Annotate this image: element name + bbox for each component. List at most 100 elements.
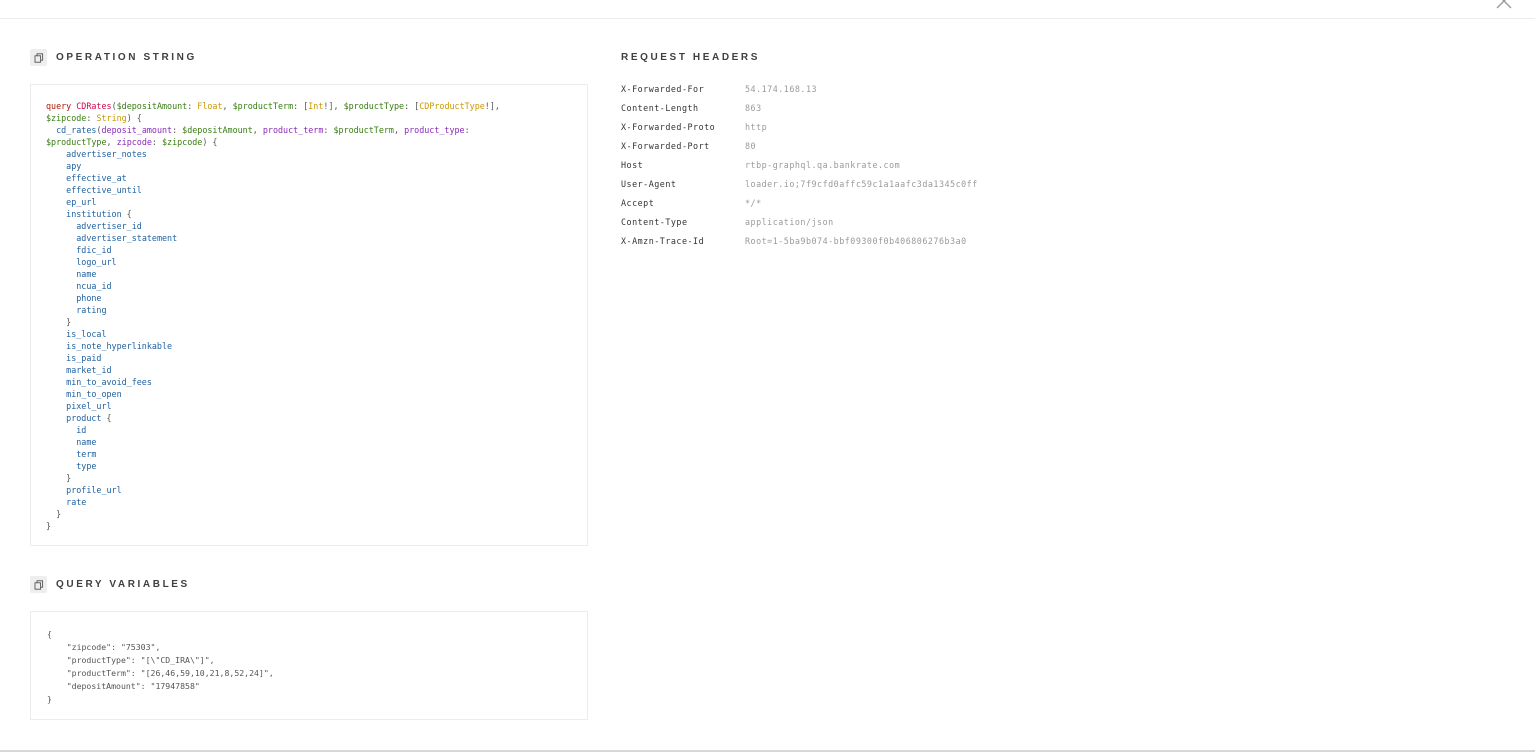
operation-string-editor[interactable]: query CDRates($depositAmount: Float, $pr… [30,84,588,546]
code-token: query [46,101,77,111]
operation-string-title: OPERATION STRING [56,52,197,63]
code-token: logo_url [76,257,117,267]
code-token: id [76,425,87,435]
code-token: ) { [202,137,218,147]
code-token: , [106,137,117,147]
code-token: : [323,125,334,135]
code-line: $zipcode: String) { [46,113,142,123]
code-line: id [46,425,86,435]
code-line: effective_at [46,173,127,183]
code-token: name [76,269,97,279]
code-line: min_to_avoid_fees [46,377,152,387]
copy-icon [34,579,43,590]
code-token: , [252,125,263,135]
code-token: : [151,137,162,147]
query-variables-editor[interactable]: { "zipcode": "75303", "productType": "[\… [30,611,588,720]
code-token: { [121,209,132,219]
variables-line: "productTerm": "[26,46,59,10,21,8,52,24]… [47,668,274,678]
header-value: Root=1-5ba9b074-bbf09300f0b406806276b3a0 [745,235,967,246]
code-line: advertiser_id [46,221,142,231]
code-token: ep_url [66,197,97,207]
code-line: } [46,473,71,483]
code-token: $zipcode [162,137,203,147]
code-line: ncua_id [46,281,111,291]
code-line: type [46,461,96,471]
code-line: pixel_url [46,401,112,411]
code-line: fdic_id [46,245,111,255]
header-key: Content-Type [621,216,688,227]
code-line: cd_rates(deposit_amount: $depositAmount,… [46,125,470,135]
header-value: 54.174.168.13 [745,83,818,94]
variables-code: { "zipcode": "75303", "productType": "[\… [47,628,587,706]
code-token: $productType [46,137,107,147]
code-line: $productType, zipcode: $zipcode) { [46,137,217,147]
code-token: } [46,509,62,519]
code-token: Int [308,101,324,111]
code-line: apy [46,161,81,171]
code-token: String [96,113,127,123]
code-token: } [46,317,72,327]
code-line: rate [46,497,86,507]
code-token: market_id [66,365,112,375]
code-token: effective_until [66,185,142,195]
code-line: phone [46,293,101,303]
code-line: logo_url [46,257,117,267]
variables-line: } [47,694,52,704]
code-token: deposit_amount [101,125,173,135]
header-key: Content-Length [621,102,699,113]
header-value: loader.io;7f9cfd0affc59c1a1aafc3da1345c0… [745,178,978,189]
header-row: X-Forwarded-Proto http [621,117,978,136]
code-token: , [222,101,233,111]
code-token: $productTerm [333,125,394,135]
request-headers-header: REQUEST HEADERS [621,52,760,63]
code-token: effective_at [66,173,127,183]
code-line: advertiser_notes [46,149,147,159]
code-line: } [46,521,51,531]
header-row: Content-Type application/json [621,212,978,231]
header-row: User-Agent loader.io;7f9cfd0affc59c1a1aaf… [621,174,978,193]
code-token: term [76,449,97,459]
header-value: */* [745,197,762,208]
copy-operation-button[interactable] [30,49,47,66]
code-line: min_to_open [46,389,122,399]
code-token: institution [66,209,122,219]
code-token: pixel_url [66,401,112,411]
header-value: 80 [745,140,757,151]
header-key: X-Forwarded-For [621,83,705,94]
code-token: product_term [262,125,324,135]
code-line: institution { [46,209,132,219]
code-token: is_paid [66,353,102,363]
copy-variables-button[interactable] [30,576,47,593]
code-line: is_paid [46,353,101,363]
code-line: is_note_hyperlinkable [46,341,172,351]
code-token: Float [197,101,223,111]
code-token: min_to_avoid_fees [66,377,152,387]
code-token: advertiser_notes [66,149,147,159]
code-token: min_to_open [66,389,122,399]
header-value: 863 [745,102,762,113]
code-token: , [393,125,405,135]
code-token: : [172,125,183,135]
request-headers-list: X-Forwarded-For 54.174.168.13 Content-Leng… [621,79,978,250]
close-button[interactable] [1495,0,1513,10]
code-token: } [46,473,72,483]
header-key: User-Agent [621,178,677,189]
header-value: application/json [745,216,834,227]
header-value: http [745,121,768,132]
code-token: phone [76,293,102,303]
